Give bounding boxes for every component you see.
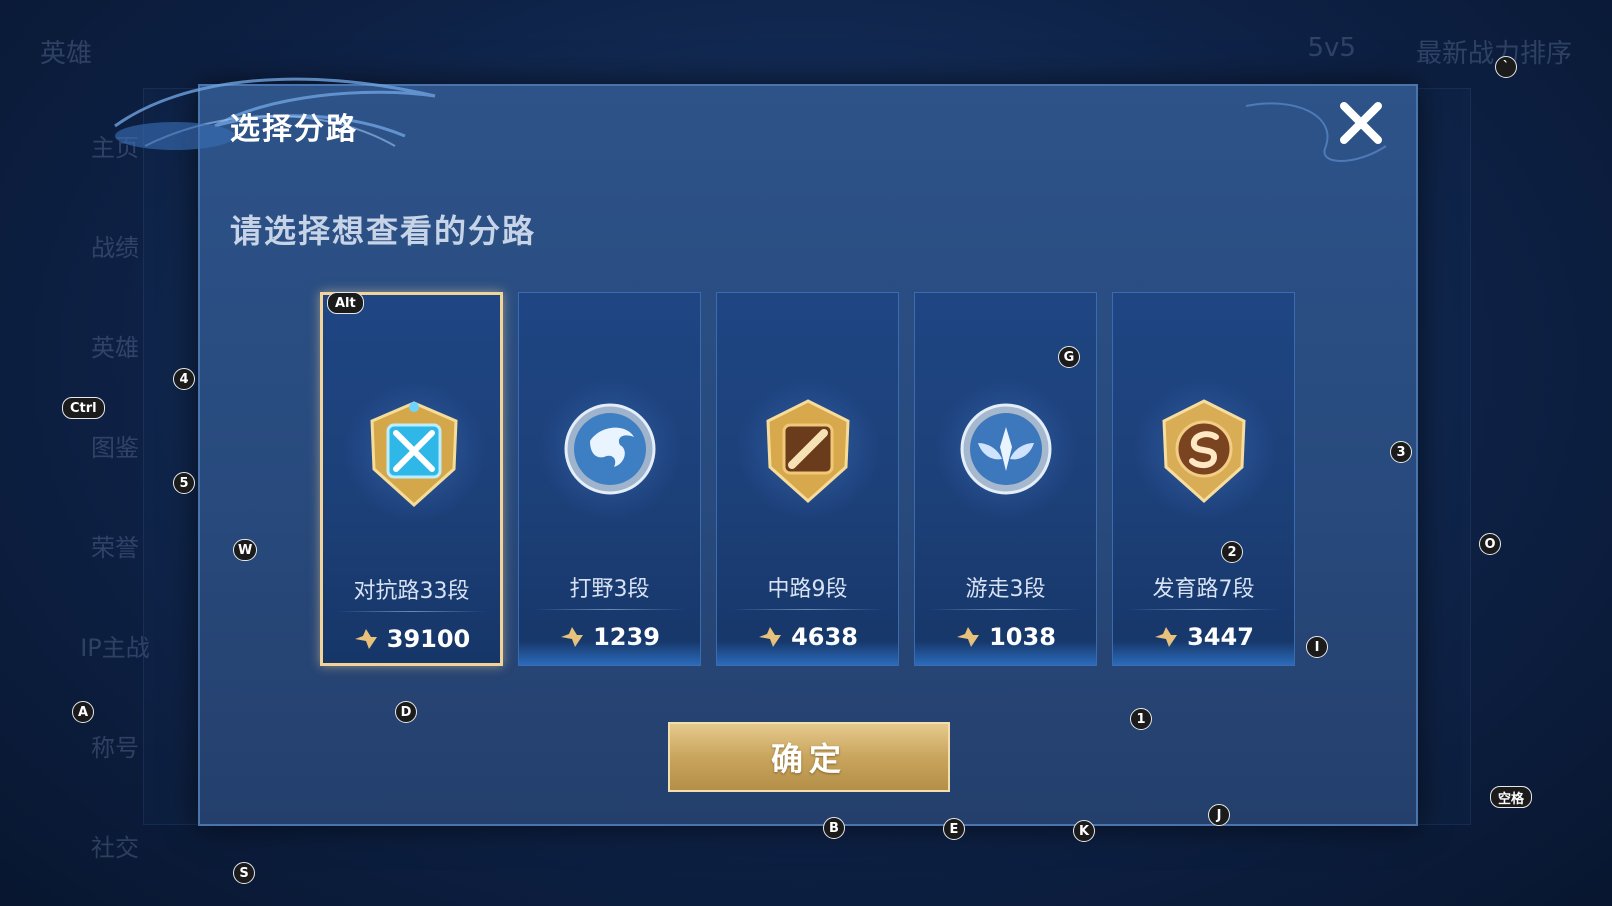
lane-card-farm[interactable]: 发育路7段 3447 bbox=[1112, 292, 1295, 666]
dialog-title: 选择分路 bbox=[230, 112, 358, 147]
confirm-button[interactable]: 确定 bbox=[668, 722, 950, 792]
background-sidebar: 主页 战绩 英雄 图鉴 荣誉 IP主战 称号 社交 bbox=[55, 95, 175, 895]
key-hint: 5 bbox=[173, 472, 195, 494]
key-hint: B bbox=[823, 817, 845, 839]
jungle-emblem-icon bbox=[564, 403, 656, 495]
key-hint: K bbox=[1073, 820, 1095, 842]
lane-name: 发育路7段 bbox=[1152, 577, 1255, 602]
lane-name: 对抗路33段 bbox=[353, 579, 470, 604]
power-icon bbox=[354, 629, 377, 649]
lane-card-jungle[interactable]: 打野3段 1239 bbox=[518, 292, 701, 666]
lane-glow bbox=[915, 641, 1096, 665]
bg-side-item: 社交 bbox=[91, 833, 139, 862]
lane-name: 中路9段 bbox=[767, 577, 848, 602]
clash-lane-emblem-icon bbox=[370, 401, 458, 508]
key-hint: G bbox=[1058, 346, 1080, 368]
key-hint: 1 bbox=[1130, 708, 1152, 730]
lane-glow bbox=[519, 641, 700, 665]
bg-mode-select: 5v5 bbox=[1307, 32, 1356, 63]
key-hint: A bbox=[72, 701, 94, 723]
key-hint: J bbox=[1208, 804, 1230, 826]
key-hint-space: 空格 bbox=[1490, 786, 1533, 808]
lane-divider bbox=[731, 609, 884, 610]
lane-glow bbox=[1113, 641, 1294, 665]
lane-score: 39100 bbox=[323, 625, 500, 653]
bg-side-item: 英雄 bbox=[91, 333, 139, 362]
bg-tab-heroes: 英雄 bbox=[40, 38, 93, 69]
bg-side-item: 荣誉 bbox=[91, 533, 139, 562]
mid-lane-emblem-icon bbox=[766, 399, 850, 504]
dialog-subtitle: 请选择想查看的分路 bbox=[230, 212, 537, 250]
lane-divider bbox=[533, 609, 686, 610]
lane-divider bbox=[929, 609, 1082, 610]
lane-card-mid[interactable]: 中路9段 4638 bbox=[716, 292, 899, 666]
key-hint: O bbox=[1479, 533, 1501, 555]
select-lane-dialog: 选择分路 请选择想查看的分路 对抗路33段 39100 打野3段 1239 中路… bbox=[114, 77, 1418, 826]
lane-name: 游走3段 bbox=[965, 577, 1046, 602]
lane-name: 打野3段 bbox=[569, 577, 650, 602]
key-hint: D bbox=[395, 701, 417, 723]
key-hint: 4 bbox=[173, 368, 195, 390]
key-hint: 3 bbox=[1390, 441, 1412, 463]
bg-side-item: 战绩 bbox=[91, 233, 139, 262]
key-hint: S bbox=[233, 862, 255, 884]
key-hint: 2 bbox=[1221, 541, 1243, 563]
lane-score-value: 39100 bbox=[386, 625, 471, 653]
lane-list: 对抗路33段 39100 打野3段 1239 中路9段 4638 游走3段 10… bbox=[320, 292, 1295, 666]
lane-divider bbox=[337, 611, 486, 612]
bg-side-item: IP主战 bbox=[80, 633, 150, 662]
key-hint: I bbox=[1306, 636, 1328, 658]
lane-card-clash[interactable]: 对抗路33段 39100 bbox=[320, 292, 503, 666]
lane-divider bbox=[1127, 609, 1280, 610]
key-hint: E bbox=[943, 818, 965, 840]
farm-lane-emblem-icon bbox=[1162, 399, 1246, 504]
key-hint-alt: Alt bbox=[327, 292, 364, 314]
roam-emblem-icon bbox=[960, 403, 1052, 495]
key-hint-ctrl: Ctrl bbox=[62, 397, 105, 419]
bg-sort-select: 最新战力排序 bbox=[1415, 38, 1572, 69]
close-icon[interactable] bbox=[1336, 98, 1386, 148]
key-hint: W bbox=[233, 539, 258, 561]
lane-glow bbox=[717, 641, 898, 665]
key-hint: ` bbox=[1495, 56, 1517, 78]
